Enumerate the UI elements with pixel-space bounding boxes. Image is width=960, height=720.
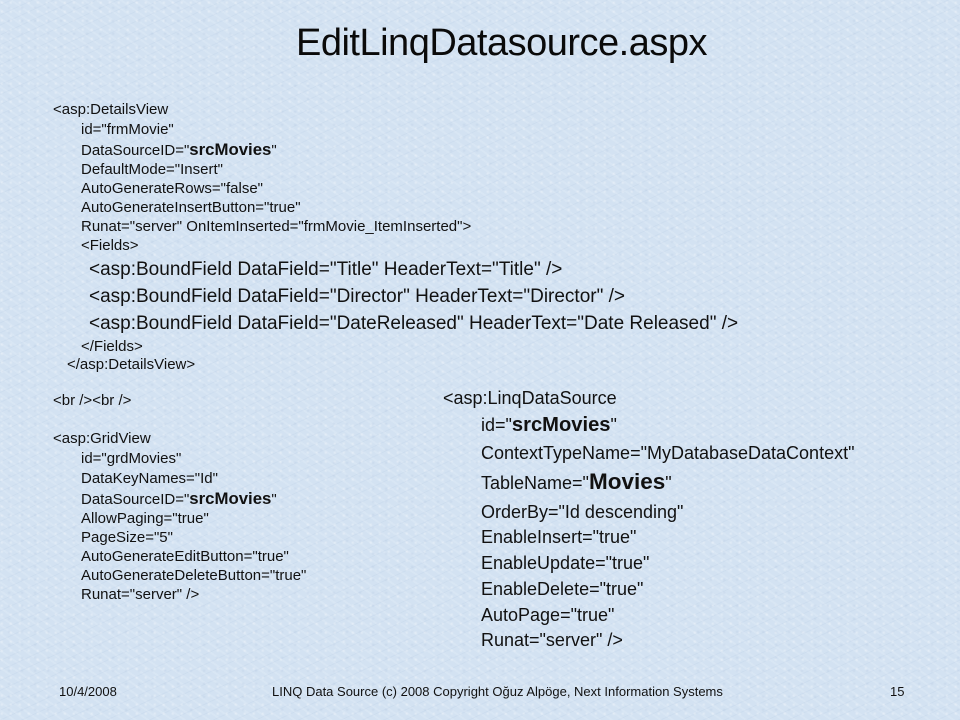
grid-view-attr: DataSourceID="srcMovies" [81,489,277,509]
br-tags: <br /><br /> [53,392,132,409]
linq-data-source-attr: OrderBy="Id descending" [481,502,684,522]
details-view-attr: AutoGenerateRows="false" [81,180,263,197]
footer-page-number: 15 [890,684,905,699]
grid-view-attr: AllowPaging="true" [81,510,209,527]
details-view-attr: id="frmMovie" [81,121,174,138]
attr-prefix: id=" [481,415,512,435]
grid-view-attr: Runat="server" /> [81,586,200,603]
footer-date: 10/4/2008 [59,684,117,699]
attr-suffix: " [271,491,277,508]
linq-data-source-attr: EnableDelete="true" [481,579,644,599]
highlight-table-name: Movies [588,469,666,494]
attr-suffix: " [665,473,672,493]
details-view-attr: Runat="server" OnItemInserted="frmMovie_… [81,218,472,235]
grid-view-attr: AutoGenerateDeleteButton="true" [81,567,307,584]
grid-view-attr: id="grdMovies" [81,450,182,467]
grid-view-attr: PageSize="5" [81,529,173,546]
attr-prefix: DataSourceID=" [81,491,190,508]
fields-open-tag: <Fields> [81,237,139,254]
details-view-close-tag: </asp:DetailsView> [67,356,196,373]
bound-field-director: <asp:BoundField DataField="Director" Hea… [89,286,626,307]
linq-data-source-attr: Runat="server" /> [481,630,623,650]
attr-suffix: " [610,415,617,435]
linq-data-source-attr: EnableInsert="true" [481,527,637,547]
linq-data-source-open-tag: <asp:LinqDataSource [443,388,617,408]
highlight-datasource-id: srcMovies [189,489,272,508]
grid-view-attr: AutoGenerateEditButton="true" [81,548,289,565]
slide: EditLinqDatasource.aspx <asp:DetailsView… [0,0,960,720]
attr-prefix: DataSourceID=" [81,142,190,159]
linq-data-source-attr: ContextTypeName="MyDatabaseDataContext" [481,443,855,463]
fields-close-tag: </Fields> [81,338,143,355]
slide-title: EditLinqDatasource.aspx [296,22,707,64]
details-view-attr: AutoGenerateInsertButton="true" [81,199,301,216]
details-view-open-tag: <asp:DetailsView [53,101,169,118]
linq-data-source-attr: AutoPage="true" [481,605,615,625]
details-view-attr: DefaultMode="Insert" [81,161,223,178]
grid-view-attr: DataKeyNames="Id" [81,470,218,487]
linq-data-source-attr: id="srcMovies" [481,413,617,437]
bound-field-title: <asp:BoundField DataField="Title" Header… [89,259,563,280]
attr-prefix: TableName=" [481,473,589,493]
footer-copyright: LINQ Data Source (c) 2008 Copyright Oğuz… [272,684,723,699]
linq-data-source-attr: EnableUpdate="true" [481,553,650,573]
bound-field-date-released: <asp:BoundField DataField="DateReleased"… [89,313,739,334]
linq-data-source-attr: TableName="Movies" [481,470,672,495]
highlight-datasource-id: srcMovies [189,140,272,159]
attr-suffix: " [271,142,277,159]
grid-view-open-tag: <asp:GridView [53,430,151,447]
highlight-source-id: srcMovies [511,414,611,436]
details-view-attr: DataSourceID="srcMovies" [81,140,277,160]
